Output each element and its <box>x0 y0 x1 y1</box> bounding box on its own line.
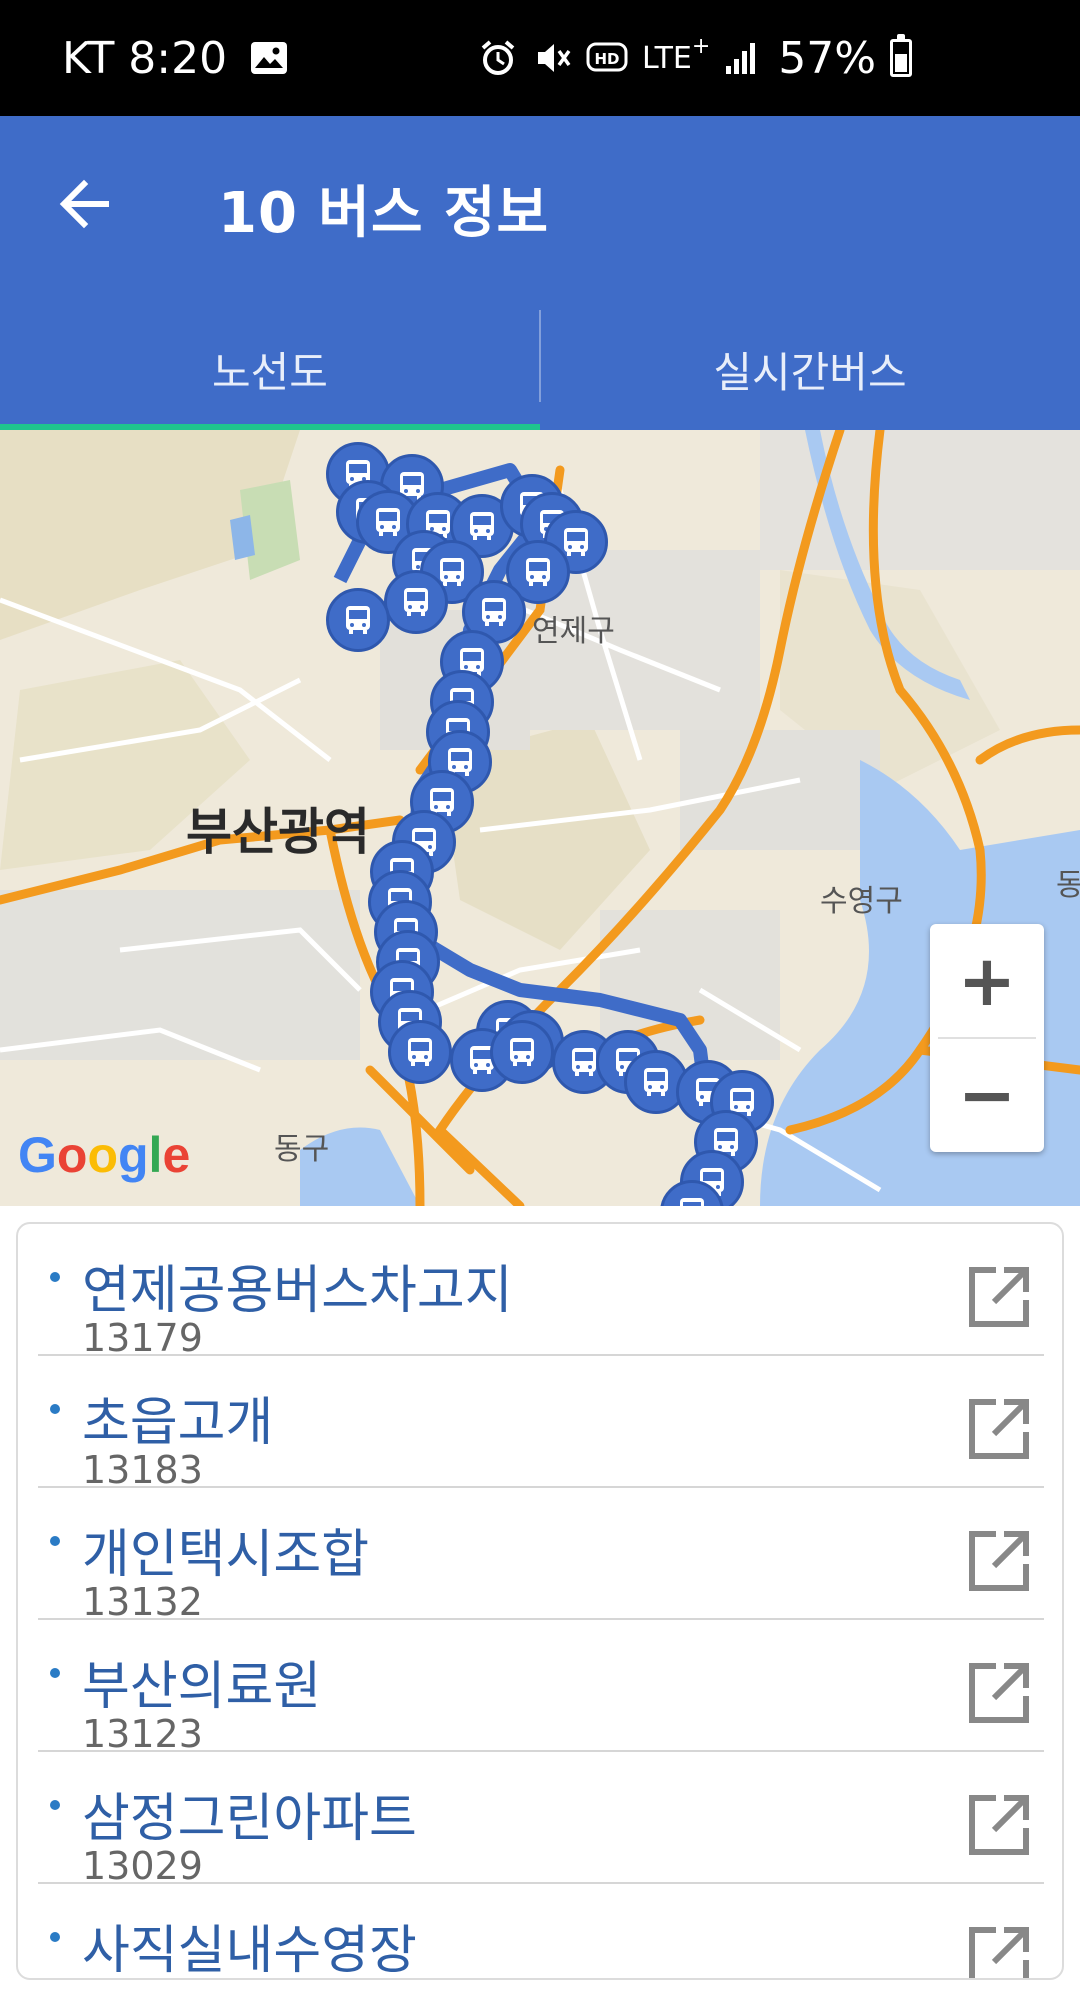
stop-list: 연제공용버스차고지 13179 초읍고개 13183 개인택시조합 13132 부산의료원 1… <box>16 1222 1064 1980</box>
image-icon <box>249 40 289 76</box>
bullet-dot <box>50 1668 60 1678</box>
page-title: 10 버스 정보 <box>218 181 550 246</box>
open-in-new-icon[interactable] <box>964 1922 1034 1978</box>
bus-stop-marker[interactable] <box>326 588 390 652</box>
bus-icon <box>404 588 428 616</box>
stop-row[interactable]: 삼정그린아파트 13029 <box>38 1752 1044 1888</box>
stop-id: 13029 <box>82 1844 203 1888</box>
bus-icon <box>376 508 400 536</box>
battery-percent: 57% <box>778 32 877 84</box>
stop-id: 13179 <box>82 1316 203 1360</box>
stop-row[interactable]: 부산의료원 13123 <box>38 1620 1044 1756</box>
signal-icon <box>724 40 758 76</box>
stop-row[interactable]: 사직실내수영장 <box>38 1884 1044 1980</box>
stop-row[interactable]: 초읍고개 13183 <box>38 1356 1044 1492</box>
open-in-new-icon[interactable] <box>964 1658 1034 1728</box>
route-map[interactable]: 연제구 부산광역 수영구 동구 동 + − Google <box>0 430 1080 1206</box>
map-label-edge: 동 <box>1056 868 1080 903</box>
hd-icon: HD <box>586 40 628 76</box>
stop-id: 13123 <box>82 1712 203 1756</box>
stop-name: 부산의료원 <box>82 1657 322 1717</box>
bullet-dot <box>50 1536 60 1546</box>
stop-name: 초읍고개 <box>82 1393 274 1453</box>
google-logo: Google <box>18 1127 191 1183</box>
bus-icon <box>408 1038 432 1066</box>
map-label-suyeong: 수영구 <box>820 884 903 919</box>
bullet-dot <box>50 1404 60 1414</box>
stop-name: 삼정그린아파트 <box>82 1789 417 1849</box>
tab-realtime-bus[interactable]: 실시간버스 <box>540 308 1080 430</box>
bus-stop-marker[interactable] <box>490 1020 554 1084</box>
tab-route-map[interactable]: 노선도 <box>0 308 540 430</box>
bus-icon <box>526 558 550 586</box>
stop-name: 사직실내수영장 <box>82 1921 417 1980</box>
status-bar: KT 8:20 HD LTE + 57% <box>0 0 1080 116</box>
mute-icon <box>532 38 572 78</box>
stop-id: 13183 <box>82 1448 203 1492</box>
bus-stop-marker[interactable] <box>388 1020 452 1084</box>
open-in-new-icon[interactable] <box>964 1262 1034 1332</box>
zoom-out-button[interactable]: − <box>930 1038 1044 1152</box>
zoom-control: + − <box>930 924 1044 1152</box>
open-in-new-icon[interactable] <box>964 1394 1034 1464</box>
back-button[interactable] <box>44 164 124 244</box>
map-label-busan: 부산광역 <box>186 803 370 861</box>
bus-icon <box>644 1068 668 1096</box>
bus-icon <box>346 606 370 634</box>
bullet-dot <box>50 1272 60 1282</box>
arrow-back-icon <box>59 179 109 229</box>
bus-icon <box>510 1038 534 1066</box>
stop-name: 개인택시조합 <box>82 1525 370 1585</box>
map-label-donggu: 동구 <box>274 1132 330 1167</box>
alarm-icon <box>478 38 518 78</box>
tab-divider <box>539 310 541 402</box>
bus-icon <box>482 598 506 626</box>
bus-stop-marker[interactable] <box>384 570 448 634</box>
stop-id: 13132 <box>82 1580 203 1624</box>
zoom-in-button[interactable]: + <box>930 924 1044 1038</box>
stop-row[interactable]: 연제공용버스차고지 13179 <box>38 1224 1044 1360</box>
bullet-dot <box>50 1800 60 1810</box>
svg-text:HD: HD <box>594 50 619 68</box>
map-label-yeonje: 연제구 <box>532 614 615 649</box>
bus-icon <box>680 1198 704 1206</box>
bus-icon <box>470 512 494 540</box>
stop-name: 연제공용버스차고지 <box>82 1261 513 1321</box>
app-bar: 10 버스 정보 <box>0 116 1080 308</box>
open-in-new-icon[interactable] <box>964 1526 1034 1596</box>
open-in-new-icon[interactable] <box>964 1790 1034 1860</box>
battery-icon <box>890 34 913 77</box>
lte-icon: LTE + <box>642 33 711 76</box>
status-carrier-time: KT 8:20 <box>62 32 228 84</box>
stop-row[interactable]: 개인택시조합 13132 <box>38 1488 1044 1624</box>
bullet-dot <box>50 1932 60 1942</box>
